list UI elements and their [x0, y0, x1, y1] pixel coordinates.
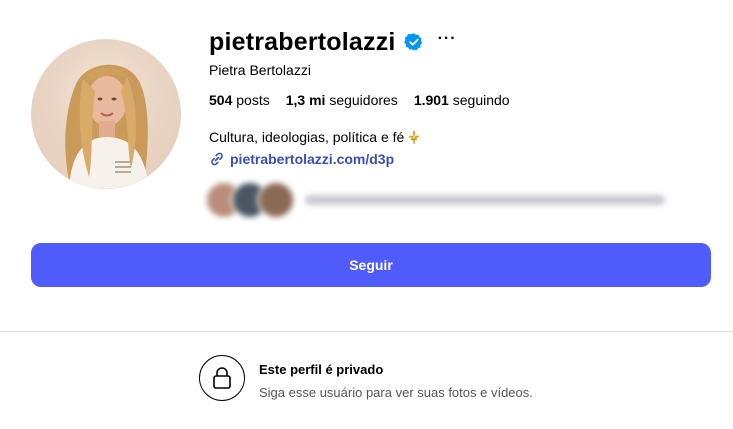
section-divider: [0, 331, 733, 332]
bio-text: Cultura, ideologias, política e fé: [209, 129, 405, 145]
profile-full-name: Pietra Bertolazzi: [209, 62, 311, 78]
private-profile-subtitle: Siga esse usuário para ver suas fotos e …: [259, 385, 533, 400]
profile-stats: 504 posts 1,3 mi seguidores 1.901 seguin…: [209, 92, 510, 108]
fleur-de-lis-icon: [406, 129, 422, 145]
followed-by-preview[interactable]: [205, 179, 675, 221]
following-count: 1.901: [413, 92, 449, 108]
posts-label: posts: [236, 92, 270, 108]
profile-bio: Cultura, ideologias, política e fé: [209, 129, 422, 145]
profile-avatar[interactable]: [31, 39, 181, 189]
avatar-image: [65, 64, 149, 189]
followers-count: 1,3 mi: [285, 92, 326, 108]
link-icon: [209, 151, 225, 167]
profile-website-link[interactable]: pietrabertolazzi.com/d3p: [209, 151, 394, 167]
followers-stat[interactable]: 1,3 mi seguidores: [286, 92, 398, 108]
lock-icon: [199, 355, 245, 401]
following-stat[interactable]: 1.901 seguindo: [414, 92, 510, 108]
profile-username: pietrabertolazzi: [209, 27, 396, 56]
posts-count: 504: [209, 92, 233, 108]
following-label: seguindo: [452, 92, 510, 108]
more-options-icon[interactable]: ···: [438, 31, 457, 47]
posts-stat: 504 posts: [209, 92, 270, 108]
username-row: pietrabertolazzi ···: [209, 27, 457, 57]
verified-badge-icon: [403, 32, 424, 52]
link-text: pietrabertolazzi.com/d3p: [230, 151, 395, 167]
follower-avatar: [257, 181, 295, 219]
followers-label: seguidores: [329, 92, 398, 108]
followed-by-text-blurred: [305, 195, 665, 205]
follow-button[interactable]: Seguir: [31, 243, 711, 287]
private-profile-title: Este perfil é privado: [259, 362, 384, 377]
